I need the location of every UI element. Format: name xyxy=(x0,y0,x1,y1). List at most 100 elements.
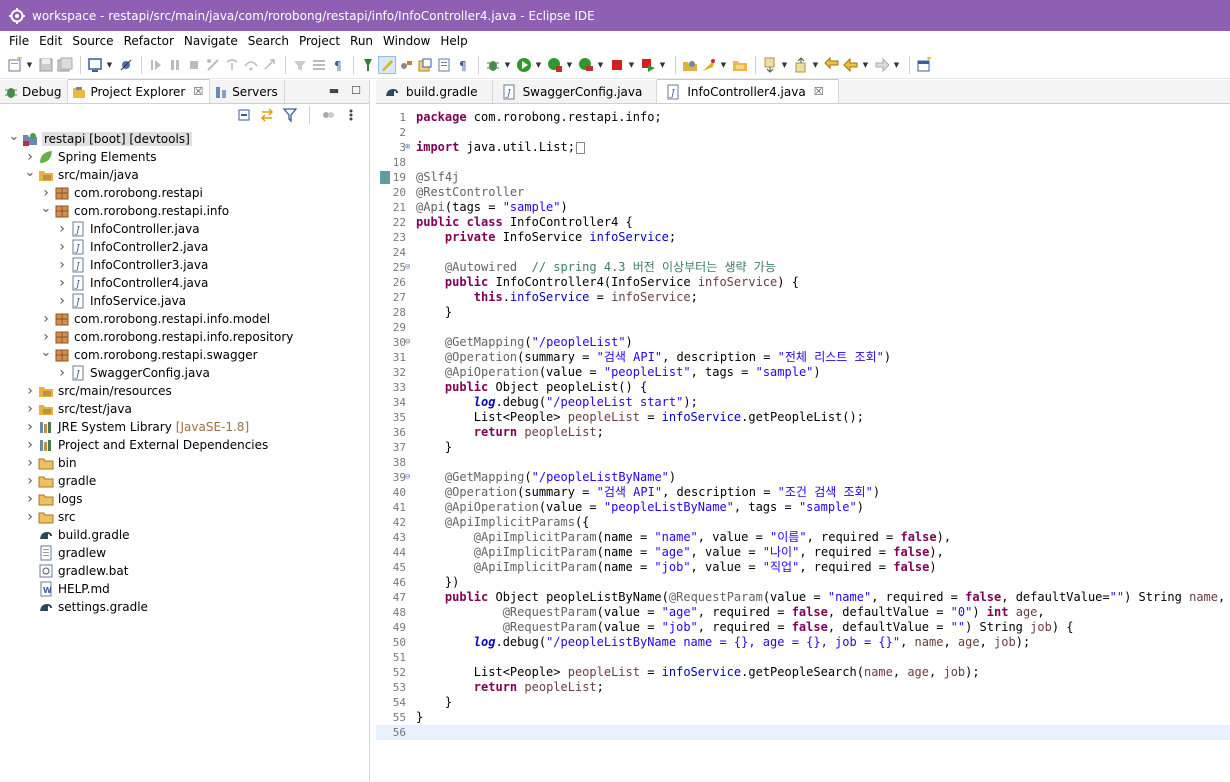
code-line[interactable]: 54 } xyxy=(376,695,1230,710)
terminate-icon[interactable] xyxy=(185,56,203,74)
code-line[interactable]: 21 @Api(tags = "sample") xyxy=(376,200,1230,215)
step-return-icon[interactable] xyxy=(261,56,279,74)
chevron-right-icon[interactable]: › xyxy=(56,292,68,310)
code-line[interactable]: 40 @Operation(summary = "검색 API", descri… xyxy=(376,485,1230,500)
chevron-right-icon[interactable]: › xyxy=(24,472,36,490)
code-line[interactable]: 50 log.debug("/peopleListByName name = {… xyxy=(376,635,1230,650)
tree-item[interactable]: › J InfoController.java xyxy=(0,220,369,238)
tree-item[interactable]: › Project and External Dependencies xyxy=(0,436,369,454)
code-line[interactable]: 30 ⊖ @GetMapping("/peopleList") xyxy=(376,335,1230,350)
code-line[interactable]: 23 private InfoService infoService; xyxy=(376,230,1230,245)
external-tools-icon[interactable] xyxy=(577,56,595,74)
tree-item[interactable]: gradlew xyxy=(0,544,369,562)
code-line[interactable]: 32 @ApiOperation(value = "peopleList", t… xyxy=(376,365,1230,380)
close-icon[interactable]: ☒ xyxy=(193,85,203,98)
code-line[interactable]: 49 @RequestParam(value = "job", required… xyxy=(376,620,1230,635)
menu-refactor[interactable]: Refactor xyxy=(119,31,179,51)
skip-breakpoints-icon[interactable] xyxy=(117,56,135,74)
chevron-right-icon[interactable]: › xyxy=(24,490,36,508)
chevron-right-icon[interactable]: › xyxy=(56,256,68,274)
tree-item[interactable]: › JRE System Library [JavaSE-1.8] xyxy=(0,418,369,436)
run-icon[interactable] xyxy=(515,56,533,74)
collapse-fold-icon[interactable]: ⊖ xyxy=(405,260,414,275)
open-task-icon[interactable] xyxy=(435,56,453,74)
chevron-right-icon[interactable]: › xyxy=(24,454,36,472)
menu-help[interactable]: Help xyxy=(435,31,472,51)
show-whitespace-icon[interactable] xyxy=(359,56,377,74)
code-editor[interactable]: 1 package com.rorobong.restapi.info; 2 3 ⊕ im… xyxy=(376,108,1230,782)
code-line[interactable]: 52 List<People> peopleList = infoService… xyxy=(376,665,1230,680)
menu-source[interactable]: Source xyxy=(67,31,118,51)
spring-boot-dashboard-icon[interactable] xyxy=(319,106,337,124)
code-line[interactable]: 29 xyxy=(376,320,1230,335)
toggle-breadcrumb-icon[interactable]: ¶ xyxy=(454,56,472,74)
code-line[interactable]: 25 ⊖ @Autowired // spring 4.3 버전 이상부터는 생략… xyxy=(376,260,1230,275)
resume-icon[interactable] xyxy=(147,56,165,74)
code-line[interactable]: 46 }) xyxy=(376,575,1230,590)
chevron-right-icon[interactable]: › xyxy=(24,418,36,436)
code-line[interactable]: 27 this.infoService = infoService; xyxy=(376,290,1230,305)
previous-annotation-dropdown-icon[interactable]: ▼ xyxy=(811,56,820,74)
spring-tool-icon[interactable] xyxy=(700,56,718,74)
debug-icon[interactable] xyxy=(484,56,502,74)
tree-item[interactable]: › Spring Elements xyxy=(0,148,369,166)
chevron-right-icon[interactable]: › xyxy=(24,400,36,418)
tree-item[interactable]: › src xyxy=(0,508,369,526)
mark-occurrences-icon[interactable] xyxy=(378,56,396,74)
code-line[interactable]: 51 xyxy=(376,650,1230,665)
back-icon[interactable] xyxy=(842,56,860,74)
editor-tab[interactable]: build.gradle xyxy=(376,80,493,103)
menu-run[interactable]: Run xyxy=(345,31,378,51)
new-dropdown-icon[interactable]: ▼ xyxy=(25,56,34,74)
tree-item[interactable]: build.gradle xyxy=(0,526,369,544)
tree-item[interactable]: ⌄ restapi [boot] [devtools] xyxy=(0,129,369,148)
drop-to-frame-icon[interactable] xyxy=(310,56,328,74)
collapse-fold-icon[interactable]: ⊖ xyxy=(405,335,414,350)
maximize-icon[interactable]: ☐ xyxy=(351,84,361,97)
code-line[interactable]: 53 return peopleList; xyxy=(376,680,1230,695)
chevron-down-icon[interactable]: ⌄ xyxy=(24,165,36,184)
chevron-right-icon[interactable]: › xyxy=(40,310,52,328)
menu-edit[interactable]: Edit xyxy=(34,31,67,51)
console-dropdown-icon[interactable]: ▼ xyxy=(105,56,114,74)
tree-item[interactable]: › J InfoController4.java xyxy=(0,274,369,292)
tab-servers[interactable]: Servers xyxy=(210,80,285,103)
code-line[interactable]: 43 @ApiImplicitParam(name = "name", valu… xyxy=(376,530,1230,545)
code-line[interactable]: 38 xyxy=(376,455,1230,470)
collapse-all-icon[interactable] xyxy=(235,106,253,124)
code-line[interactable]: 55} xyxy=(376,710,1230,725)
save-all-icon[interactable] xyxy=(56,56,74,74)
tree-item[interactable]: W HELP.md xyxy=(0,580,369,598)
previous-annotation-icon[interactable] xyxy=(792,56,810,74)
tree-item[interactable]: › src/test/java xyxy=(0,400,369,418)
expand-fold-icon[interactable]: ⊕ xyxy=(405,140,414,155)
code-line[interactable]: 48 @RequestParam(value = "age", required… xyxy=(376,605,1230,620)
chevron-right-icon[interactable]: › xyxy=(56,220,68,238)
chevron-right-icon[interactable]: › xyxy=(56,274,68,292)
chevron-right-icon[interactable]: › xyxy=(24,436,36,454)
chevron-right-icon[interactable]: › xyxy=(24,508,36,526)
tree-item[interactable]: › com.rorobong.restapi.info.model xyxy=(0,310,369,328)
chevron-right-icon[interactable]: › xyxy=(56,238,68,256)
tree-item[interactable]: › src/main/resources xyxy=(0,382,369,400)
chevron-right-icon[interactable]: › xyxy=(56,364,68,382)
menu-search[interactable]: Search xyxy=(243,31,294,51)
menu-file[interactable]: File xyxy=(4,31,34,51)
save-icon[interactable] xyxy=(37,56,55,74)
code-line[interactable]: 37 } xyxy=(376,440,1230,455)
code-line[interactable]: 1 package com.rorobong.restapi.info; xyxy=(376,110,1230,125)
new-icon[interactable] xyxy=(6,56,24,74)
code-line[interactable]: 22 public class InfoController4 { xyxy=(376,215,1230,230)
link-with-editor-icon[interactable] xyxy=(258,106,276,124)
run-dropdown-icon[interactable]: ▼ xyxy=(534,56,543,74)
code-line[interactable]: 56 xyxy=(376,725,1230,740)
back-dropdown-icon[interactable]: ▼ xyxy=(861,56,870,74)
code-line[interactable]: 31 @Operation(summary = "검색 API", descri… xyxy=(376,350,1230,365)
tree-item[interactable]: › J InfoController2.java xyxy=(0,238,369,256)
relaunch-icon[interactable] xyxy=(639,56,657,74)
code-line[interactable]: 39 ⊖ @GetMapping("/peopleListByName") xyxy=(376,470,1230,485)
code-line[interactable]: 36 return peopleList; xyxy=(376,425,1230,440)
tree-item[interactable]: › J InfoController3.java xyxy=(0,256,369,274)
close-icon[interactable]: ☒ xyxy=(814,85,824,98)
tree-item[interactable]: › logs xyxy=(0,490,369,508)
